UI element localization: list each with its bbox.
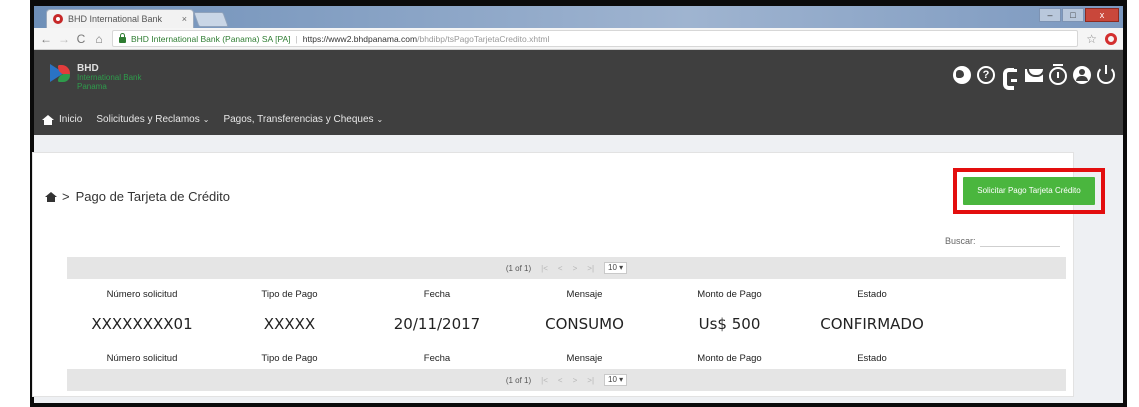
- column-header[interactable]: Estado: [802, 289, 942, 300]
- paginator-bottom: (1 of 1) |< < > >| 10 ▾: [67, 369, 1066, 391]
- cell-tipo: XXXXX: [263, 315, 316, 333]
- column-footer: Tipo de Pago: [261, 353, 318, 364]
- maximize-button[interactable]: □: [1062, 8, 1084, 22]
- logo-country: Panama: [77, 82, 107, 91]
- last-page-button[interactable]: >|: [587, 376, 594, 385]
- logo-mark-icon: [50, 62, 72, 84]
- logo-subtitle: International Bank: [77, 73, 142, 82]
- minimize-button[interactable]: –: [1039, 8, 1061, 22]
- url-host: https://www2.bhdpanama.com: [302, 33, 418, 44]
- table-footer: Número solicitud Tipo de Pago Fecha Mens…: [67, 353, 1066, 364]
- url-text: https://www2.bhdpanama.com/bhdibp/tsPago…: [303, 34, 550, 44]
- bank-header: BHD International Bank Panama ? Inicio S…: [34, 50, 1123, 135]
- column-footer: Estado: [857, 353, 887, 364]
- prev-page-button[interactable]: <: [558, 264, 563, 273]
- table-header: Número solicitud Tipo de Pago Fecha Mens…: [67, 289, 1066, 300]
- column-header[interactable]: Mensaje: [512, 289, 657, 300]
- tab-title: BHD International Bank: [68, 14, 163, 24]
- globe-icon[interactable]: [953, 66, 971, 84]
- column-header[interactable]: Fecha: [362, 289, 512, 300]
- nav-label-solicitudes: Solicitudes y Reclamos: [96, 114, 200, 125]
- nav-label-inicio: Inicio: [59, 114, 83, 125]
- nav-item-inicio[interactable]: Inicio: [42, 114, 82, 125]
- window-controls: – □ x: [1039, 8, 1119, 22]
- extension-icon[interactable]: [1105, 32, 1117, 45]
- column-header[interactable]: Número solicitud: [67, 289, 217, 300]
- nav-item-pagos[interactable]: Pagos, Transferencias y Cheques ⌄: [223, 114, 383, 125]
- chevron-down-icon: ⌄: [202, 115, 210, 124]
- column-footer: Número solicitud: [106, 353, 178, 364]
- prev-page-button[interactable]: <: [558, 376, 563, 385]
- bank-logo[interactable]: BHD International Bank Panama: [50, 62, 142, 91]
- lock-icon: [119, 32, 126, 43]
- first-page-button[interactable]: |<: [541, 264, 548, 273]
- main-nav: Inicio Solicitudes y Reclamos ⌄ Pagos, T…: [42, 114, 383, 125]
- cell-mensaje: CONSUMO: [545, 315, 624, 333]
- pager-info: (1 of 1): [505, 375, 532, 385]
- reload-icon[interactable]: C: [76, 32, 86, 46]
- search-label: Buscar:: [945, 236, 976, 246]
- search-input[interactable]: [979, 235, 1060, 247]
- forward-icon[interactable]: →: [58, 32, 70, 46]
- rows-per-page-select[interactable]: 10 ▾: [604, 262, 628, 274]
- nav-item-solicitudes[interactable]: Solicitudes y Reclamos ⌄: [96, 114, 209, 125]
- user-icon[interactable]: [1073, 66, 1091, 84]
- last-page-button[interactable]: >|: [587, 264, 594, 273]
- header-icon-bar: ?: [953, 64, 1115, 90]
- page-title: Pago de Tarjeta de Crédito: [75, 189, 231, 204]
- cell-monto: Us$ 500: [698, 315, 761, 333]
- table-row[interactable]: XXXXXXXX01 XXXXX 20/11/2017 CONSUMO Us$ …: [67, 315, 1066, 333]
- search-area: Buscar:: [945, 235, 1060, 247]
- cell-numero: XXXXXXXX01: [91, 315, 193, 333]
- first-page-button[interactable]: |<: [541, 376, 548, 385]
- browser-tab[interactable]: BHD International Bank ×: [46, 9, 194, 28]
- power-icon[interactable]: [1097, 65, 1115, 84]
- tab-close-icon[interactable]: ×: [182, 14, 187, 24]
- nav-label-pagos: Pagos, Transferencias y Cheques: [223, 114, 374, 125]
- content-card: > Pago de Tarjeta de Crédito Solicitar P…: [32, 152, 1105, 397]
- bookmark-star-icon[interactable]: ☆: [1086, 32, 1097, 46]
- pager-info: (1 of 1): [505, 263, 532, 273]
- new-tab-button[interactable]: [193, 12, 229, 27]
- home-icon[interactable]: [45, 191, 57, 202]
- column-footer: Monto de Pago: [697, 353, 762, 364]
- browser-tabbar: BHD International Bank × – □ x: [34, 6, 1123, 28]
- home-icon[interactable]: ⌂: [94, 32, 104, 46]
- site-identity: BHD International Bank (Panama) SA [PA]: [131, 33, 291, 44]
- column-footer: Fecha: [423, 353, 451, 364]
- address-bar[interactable]: BHD International Bank (Panama) SA [PA] …: [112, 30, 1079, 47]
- chevron-down-icon: ⌄: [376, 115, 384, 124]
- favicon-icon: [53, 14, 63, 24]
- mail-icon[interactable]: [1025, 69, 1045, 82]
- breadcrumb-separator: >: [62, 189, 70, 204]
- timer-icon[interactable]: [1049, 64, 1067, 85]
- column-footer: Mensaje: [566, 353, 603, 364]
- breadcrumb: > Pago de Tarjeta de Crédito: [45, 189, 230, 204]
- phone-icon[interactable]: [1001, 66, 1019, 90]
- paginator-top: (1 of 1) |< < > >| 10 ▾: [67, 257, 1066, 279]
- window-close-button[interactable]: x: [1085, 8, 1119, 22]
- next-page-button[interactable]: >: [573, 264, 578, 273]
- home-icon: [42, 114, 54, 125]
- column-header[interactable]: Tipo de Pago: [217, 289, 362, 300]
- cell-fecha: 20/11/2017: [393, 315, 481, 333]
- help-icon[interactable]: ?: [977, 66, 995, 84]
- solicitar-pago-button[interactable]: Solicitar Pago Tarjeta Crédito: [963, 177, 1095, 205]
- rows-per-page-select[interactable]: 10 ▾: [604, 374, 628, 386]
- back-icon[interactable]: ←: [40, 32, 52, 46]
- browser-toolbar: ← → C ⌂ BHD International Bank (Panama) …: [34, 28, 1123, 50]
- column-header[interactable]: Monto de Pago: [657, 289, 802, 300]
- cell-estado: CONFIRMADO: [820, 315, 924, 333]
- url-path: /bhdibp/tsPagoTarjetaCredito.xhtml: [417, 33, 550, 44]
- next-page-button[interactable]: >: [573, 376, 578, 385]
